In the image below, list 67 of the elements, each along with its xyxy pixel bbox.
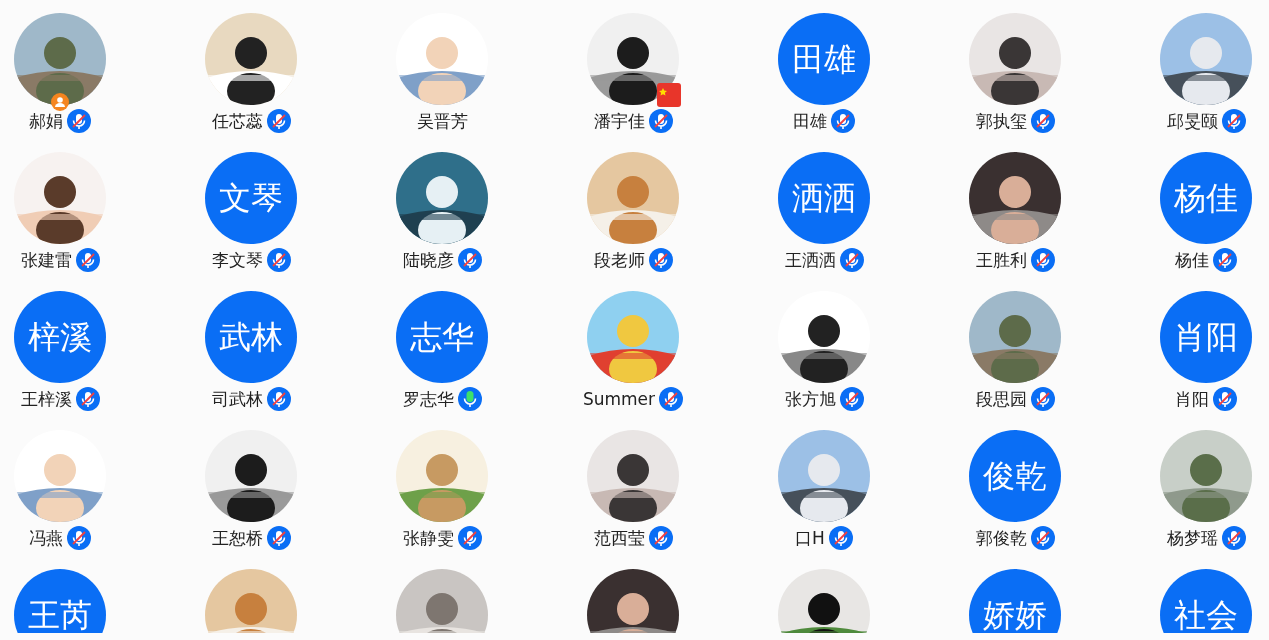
muted-microphone-icon[interactable] (648, 526, 673, 550)
muted-microphone-icon[interactable] (1221, 526, 1246, 550)
member-name: 郭执玺 (975, 112, 1027, 130)
avatar-initials: 武林 (219, 321, 283, 353)
member-name: 罗志华 (402, 390, 454, 408)
muted-microphone-icon[interactable] (266, 526, 291, 550)
muted-microphone-icon[interactable] (75, 387, 100, 411)
muted-microphone-icon[interactable] (1221, 109, 1246, 133)
muted-microphone-icon[interactable] (67, 526, 91, 550)
muted-microphone-icon[interactable] (839, 387, 864, 411)
member-name: 邱旻颐 (1166, 112, 1218, 130)
member-name: 肖阳 (1175, 390, 1209, 408)
member-name: 冯燕 (29, 529, 63, 547)
member-name: 段老师 (593, 251, 645, 269)
member-name: 张静雯 (402, 529, 454, 547)
muted-microphone-icon[interactable] (457, 248, 482, 272)
member-name: 司武林 (211, 390, 263, 408)
microphone-icon[interactable] (457, 387, 482, 411)
muted-microphone-icon[interactable] (1030, 387, 1055, 411)
member-name: 潘宇佳 (593, 112, 645, 130)
member-name: 段思园 (975, 390, 1027, 408)
member-name: 田雄 (793, 112, 827, 130)
muted-microphone-icon[interactable] (457, 526, 482, 550)
muted-microphone-icon[interactable] (67, 109, 91, 133)
avatar-initials: 杨佳 (1174, 182, 1238, 214)
member-name: 郝娟 (29, 112, 63, 130)
avatar-initials: 梓溪 (28, 321, 92, 353)
muted-microphone-icon[interactable] (266, 248, 291, 272)
avatar-initials: 志华 (410, 321, 474, 353)
member-name: 张建雷 (20, 251, 72, 269)
member-name: 吴晋芳 (416, 112, 468, 130)
member-name: 李文琴 (211, 251, 263, 269)
member-name: 陆晓彦 (402, 251, 454, 269)
member-name: 郭俊乾 (975, 529, 1027, 547)
muted-microphone-icon[interactable] (648, 248, 673, 272)
muted-microphone-icon[interactable] (648, 109, 673, 133)
muted-microphone-icon[interactable] (266, 109, 291, 133)
muted-microphone-icon[interactable] (828, 526, 853, 550)
avatar-initials: 俊乾 (983, 460, 1047, 492)
muted-microphone-icon[interactable] (75, 248, 100, 272)
member-name: 王洒洒 (784, 251, 836, 269)
avatar-initials: 洒洒 (792, 182, 856, 214)
muted-microphone-icon[interactable] (1030, 109, 1055, 133)
member-name: 王梓溪 (20, 390, 72, 408)
muted-microphone-icon[interactable] (1030, 248, 1055, 272)
muted-microphone-icon[interactable] (1213, 248, 1237, 272)
avatar-initials: 肖阳 (1174, 321, 1238, 353)
member-name: 口H (795, 529, 825, 547)
muted-microphone-icon[interactable] (659, 387, 684, 411)
member-name: 王胜利 (975, 251, 1027, 269)
muted-microphone-icon[interactable] (1030, 526, 1055, 550)
muted-microphone-icon[interactable] (1213, 387, 1237, 411)
avatar-initials: 娇娇 (983, 599, 1047, 631)
member-name: 任芯蕊 (211, 112, 263, 130)
member-name: 张方旭 (784, 390, 836, 408)
member-name: 王恕桥 (211, 529, 263, 547)
member-name: 杨佳 (1175, 251, 1209, 269)
muted-microphone-icon[interactable] (266, 387, 291, 411)
muted-microphone-icon[interactable] (839, 248, 864, 272)
member-name: 杨梦瑶 (1166, 529, 1218, 547)
avatar-initials: 田雄 (792, 43, 856, 75)
avatar-initials: 文琴 (219, 182, 283, 214)
member-name: 范西莹 (593, 529, 645, 547)
avatar-initials: 王芮 (28, 599, 92, 631)
muted-microphone-icon[interactable] (831, 109, 855, 133)
avatar-initials: 社会 (1174, 599, 1238, 631)
member-name: Summer (582, 390, 656, 408)
